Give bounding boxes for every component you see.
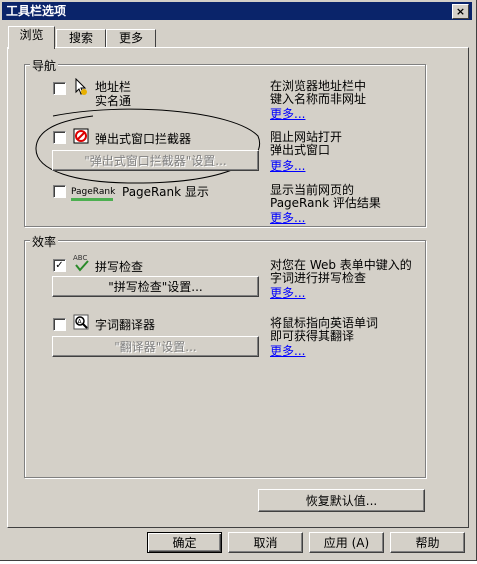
title-bar: 工具栏选项 × (2, 2, 472, 20)
dialog-title: 工具栏选项 (6, 4, 67, 18)
tab-search[interactable]: 搜索 (56, 29, 106, 48)
apply-button[interactable]: 应用 (A) (309, 532, 384, 553)
ok-button[interactable]: 确定 (147, 532, 222, 553)
spell-check-more-link[interactable]: 更多... (270, 284, 305, 301)
spell-check-icon: ABC (73, 254, 89, 272)
checkmark-icon: ✓ (55, 260, 64, 271)
tab-more[interactable]: 更多 (106, 29, 156, 48)
help-button[interactable]: 帮助 (390, 532, 465, 553)
spell-check-checkbox[interactable]: ✓ (53, 259, 66, 272)
translator-icon: A (73, 314, 89, 330)
close-button[interactable]: × (452, 4, 469, 19)
tab-browse[interactable]: 浏览 (8, 26, 55, 49)
translator-settings-button[interactable]: "翻译器"设置... (52, 336, 259, 357)
popup-blocker-checkbox[interactable] (53, 131, 66, 144)
popup-blocker-label: 弹出式窗口拦截器 (95, 132, 192, 146)
pagerank-label: PageRank 显示 (122, 185, 209, 199)
spell-check-label: 拼写检查 (95, 260, 144, 274)
translator-label: 字词翻译器 (95, 318, 156, 332)
close-icon: × (455, 5, 466, 18)
address-bar-checkbox[interactable] (53, 82, 66, 95)
translator-more-link[interactable]: 更多... (270, 342, 305, 359)
spell-check-settings-button[interactable]: "拼写检查"设置... (52, 276, 259, 297)
popup-blocker-settings-button[interactable]: "弹出式窗口拦截器"设置... (52, 150, 259, 171)
translator-checkbox[interactable] (53, 318, 66, 331)
address-bar-more-link[interactable]: 更多... (270, 105, 305, 122)
restore-defaults-button[interactable]: 恢复默认值... (258, 489, 425, 512)
popup-blocker-more-link[interactable]: 更多... (270, 157, 305, 174)
pagerank-more-link[interactable]: 更多... (270, 209, 305, 226)
efficiency-group-title: 效率 (30, 233, 59, 250)
pagerank-checkbox[interactable] (53, 185, 66, 198)
popup-blocker-desc-2: 弹出式窗口 (270, 143, 331, 157)
toolbar-options-dialog: 工具栏选项 × 浏览 搜索 更多 导航 地址栏 实名通 在浏览器地址栏中 键入名… (0, 0, 477, 561)
navigation-group-title: 导航 (30, 57, 59, 74)
cancel-button[interactable]: 取消 (228, 532, 303, 553)
popup-blocker-icon (73, 128, 89, 144)
address-bar-icon (73, 77, 89, 95)
pagerank-icon: PageRank (71, 183, 116, 201)
